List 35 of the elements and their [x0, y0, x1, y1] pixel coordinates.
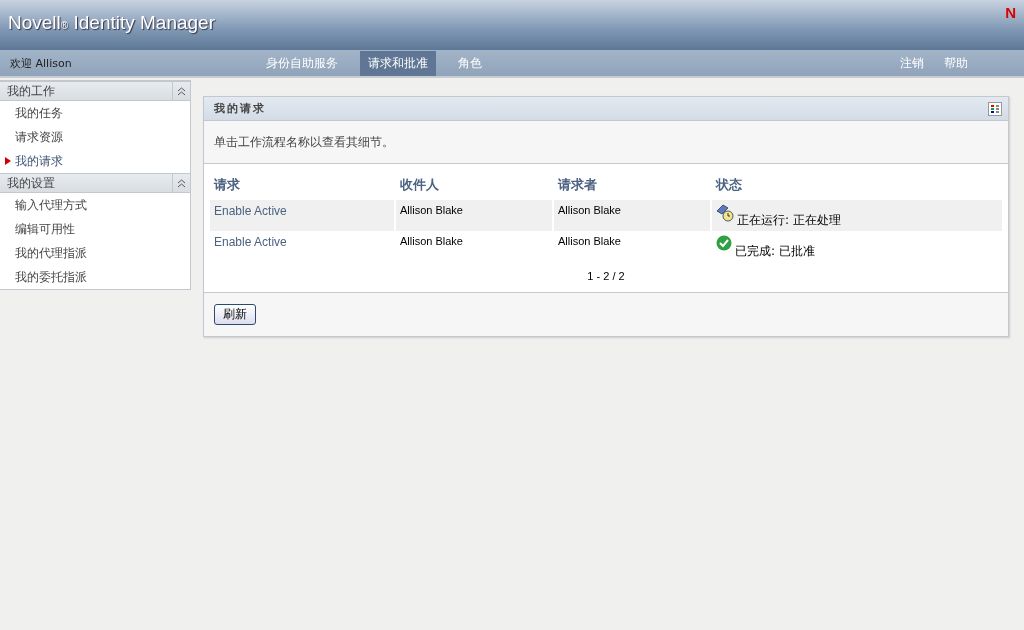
- table-cell-text: Allison Blake: [399, 234, 464, 249]
- column-header: 收件人: [399, 176, 440, 194]
- pagination-text: 1 - 2 / 2: [587, 270, 625, 282]
- status-text: 正在运行: 正在处理: [737, 212, 841, 229]
- chevron-icon: [177, 86, 186, 96]
- product-title: Novell® Identity Manager: [8, 12, 215, 34]
- column-header: 请求: [212, 176, 241, 194]
- column-header: 请求者: [556, 176, 598, 194]
- instruction-text: 单击工作流程名称以查看其细节。: [204, 121, 1008, 164]
- sidebar-item[interactable]: 编辑可用性: [0, 217, 190, 241]
- panel-title: 我的请求: [214, 101, 266, 116]
- chevron-icon: [177, 178, 186, 188]
- sidebar-item[interactable]: 我的请求: [0, 149, 190, 173]
- nav-tab[interactable]: 请求和批准: [360, 50, 436, 76]
- section-title: 我的设置: [6, 174, 55, 192]
- request-link[interactable]: Enable Active: [214, 235, 287, 249]
- section-title: 我的工作: [6, 82, 55, 100]
- request-link[interactable]: Enable Active: [214, 204, 287, 218]
- welcome-text: 欢迎 Allison: [9, 55, 73, 71]
- sidebar-item[interactable]: 输入代理方式: [0, 193, 190, 217]
- status-text: 已完成: 已批准: [735, 243, 815, 260]
- column-header: 状态: [714, 176, 743, 194]
- triangle-icon: [5, 157, 11, 165]
- check-icon: [716, 235, 732, 251]
- table-cell: Allison Blake: [396, 200, 552, 231]
- grid-icon[interactable]: [988, 101, 1002, 116]
- sidebar-item[interactable]: 我的代理指派: [0, 241, 190, 265]
- sidebar-item[interactable]: 我的委托指派: [0, 265, 190, 289]
- sidebar-item[interactable]: 我的任务: [0, 101, 190, 125]
- table-cell-text: Allison Blake: [557, 234, 622, 249]
- sidebar-item[interactable]: 请求资源: [0, 125, 190, 149]
- table-cell: Allison Blake: [554, 200, 710, 231]
- logo-letter: N: [1005, 4, 1016, 21]
- tag-clock-icon: [716, 204, 734, 222]
- refresh-button[interactable]: 刷新: [214, 304, 256, 325]
